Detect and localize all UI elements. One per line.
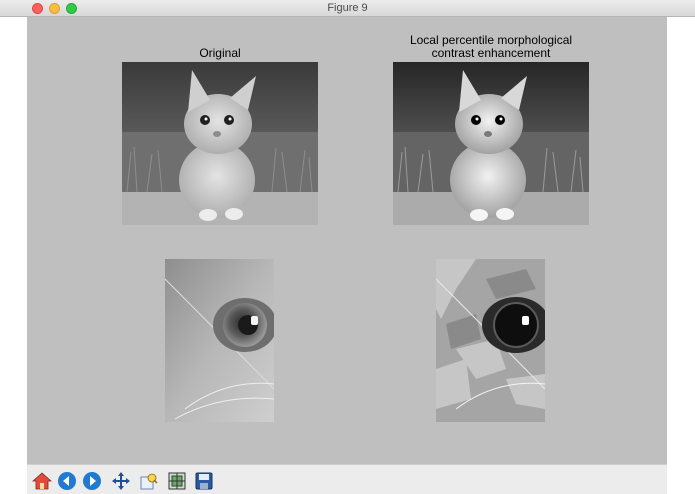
forward-button[interactable] <box>81 470 102 491</box>
subplots-icon <box>168 472 185 489</box>
navigation-toolbar <box>27 464 667 494</box>
subplot-title-enhanced-line2: contrast enhancement <box>431 46 551 60</box>
save-button[interactable] <box>193 470 214 491</box>
move-icon <box>111 471 130 490</box>
home-button[interactable] <box>31 470 52 491</box>
desktop-background-left <box>0 17 27 494</box>
back-button[interactable] <box>56 470 77 491</box>
zoom-icon <box>140 473 158 489</box>
figure-canvas[interactable]: Original Local percentile morphological … <box>27 17 667 464</box>
home-icon <box>31 471 52 489</box>
window-title: Figure 9 <box>327 2 368 14</box>
desktop-background-right <box>667 17 695 494</box>
forward-arrow-icon <box>82 471 101 490</box>
save-icon <box>195 472 212 489</box>
subplot-title-original: Original <box>199 46 241 60</box>
configure-subplots-button[interactable] <box>166 470 187 491</box>
pan-button[interactable] <box>110 470 131 491</box>
back-arrow-icon <box>57 471 76 490</box>
enhanced-zoom-image <box>436 259 545 422</box>
original-zoom-image <box>165 259 274 422</box>
subplot-title-enhanced: Local percentile morphological contrast … <box>357 34 625 60</box>
window-titlebar[interactable]: Figure 9 <box>0 0 695 17</box>
zoom-button[interactable] <box>138 470 159 491</box>
enhanced-image <box>393 62 589 225</box>
original-image <box>122 62 318 225</box>
